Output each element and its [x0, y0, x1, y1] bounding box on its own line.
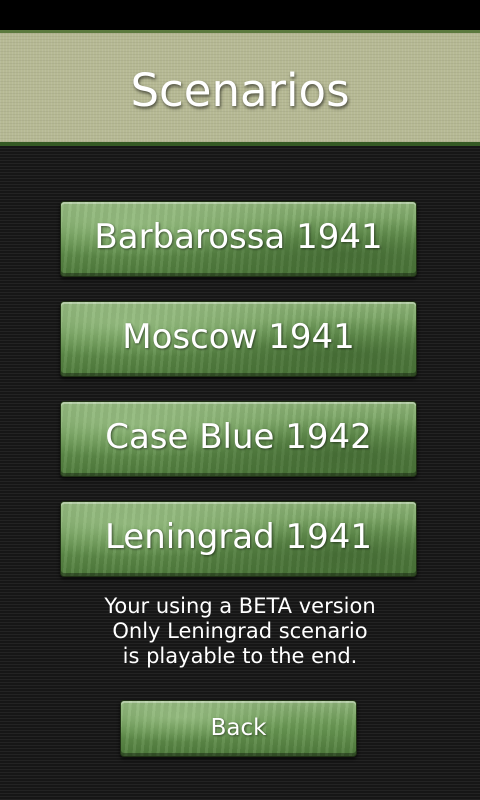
beta-notice-line: Your using a BETA version	[104, 594, 376, 618]
scenario-button-case-blue-1942[interactable]: Case Blue 1942	[60, 401, 417, 477]
beta-notice-line: is playable to the end.	[122, 644, 358, 668]
beta-notice: Your using a BETA version Only Leningrad…	[0, 594, 480, 669]
header-bar: Scenarios	[0, 30, 480, 146]
beta-notice-line: Only Leningrad scenario	[112, 619, 368, 643]
back-button[interactable]: Back	[120, 700, 357, 757]
scenario-button-leningrad-1941[interactable]: Leningrad 1941	[60, 501, 417, 577]
scenario-button-moscow-1941[interactable]: Moscow 1941	[60, 301, 417, 377]
scenario-button-barbarossa-1941[interactable]: Barbarossa 1941	[60, 201, 417, 277]
status-bar	[0, 0, 480, 30]
page-title: Scenarios	[130, 64, 350, 117]
